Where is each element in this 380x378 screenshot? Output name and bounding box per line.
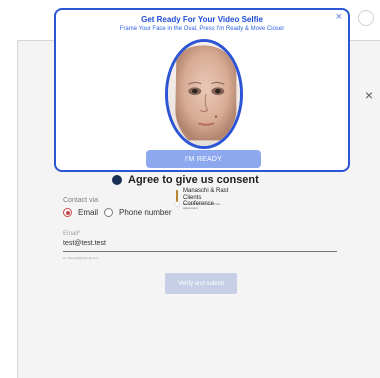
- verify-submit-button[interactable]: Verify and submit: [165, 273, 237, 294]
- modal-subtitle: Frame Your Face in the Oval, Press I'm R…: [119, 26, 285, 32]
- face-preview-image: [168, 42, 240, 146]
- contact-method-group: Email Phone number: [63, 208, 172, 217]
- logo-mark-icon: [174, 190, 180, 207]
- im-ready-button[interactable]: I'M READY: [146, 150, 261, 168]
- brand-logo: Manaschi & Rast Clients Conference Power…: [174, 188, 234, 216]
- consent-row: Agree to give us consent: [112, 174, 259, 186]
- email-field-label: Email*: [63, 231, 81, 237]
- phone-radio-label[interactable]: Phone number: [119, 208, 171, 217]
- camera-preview-oval: [165, 39, 243, 149]
- logo-line-1: Manaschi & Rast: [183, 188, 229, 194]
- phone-radio[interactable]: [104, 208, 114, 217]
- consent-text: Agree to give us consent: [128, 174, 259, 186]
- contact-via-label: Contact via: [63, 197, 99, 204]
- modal-title: Get Ready For Your Video Selfie: [141, 15, 263, 24]
- consent-bullet-icon: [112, 175, 122, 185]
- email-field-hint: ex: thatmail@thatmail.com: [63, 256, 99, 260]
- email-field[interactable]: test@test.test: [63, 240, 106, 247]
- user-avatar-icon[interactable]: [358, 10, 374, 26]
- email-radio-label[interactable]: Email: [78, 208, 98, 217]
- email-field-underline: [63, 251, 337, 252]
- video-selfie-modal: Get Ready For Your Video Selfie Frame Yo…: [54, 8, 350, 172]
- logo-fine-print: Powered by AI flow with fine adjustment: [183, 202, 221, 210]
- close-icon[interactable]: ×: [365, 88, 373, 102]
- email-radio[interactable]: [63, 208, 72, 217]
- close-icon[interactable]: ×: [336, 12, 342, 23]
